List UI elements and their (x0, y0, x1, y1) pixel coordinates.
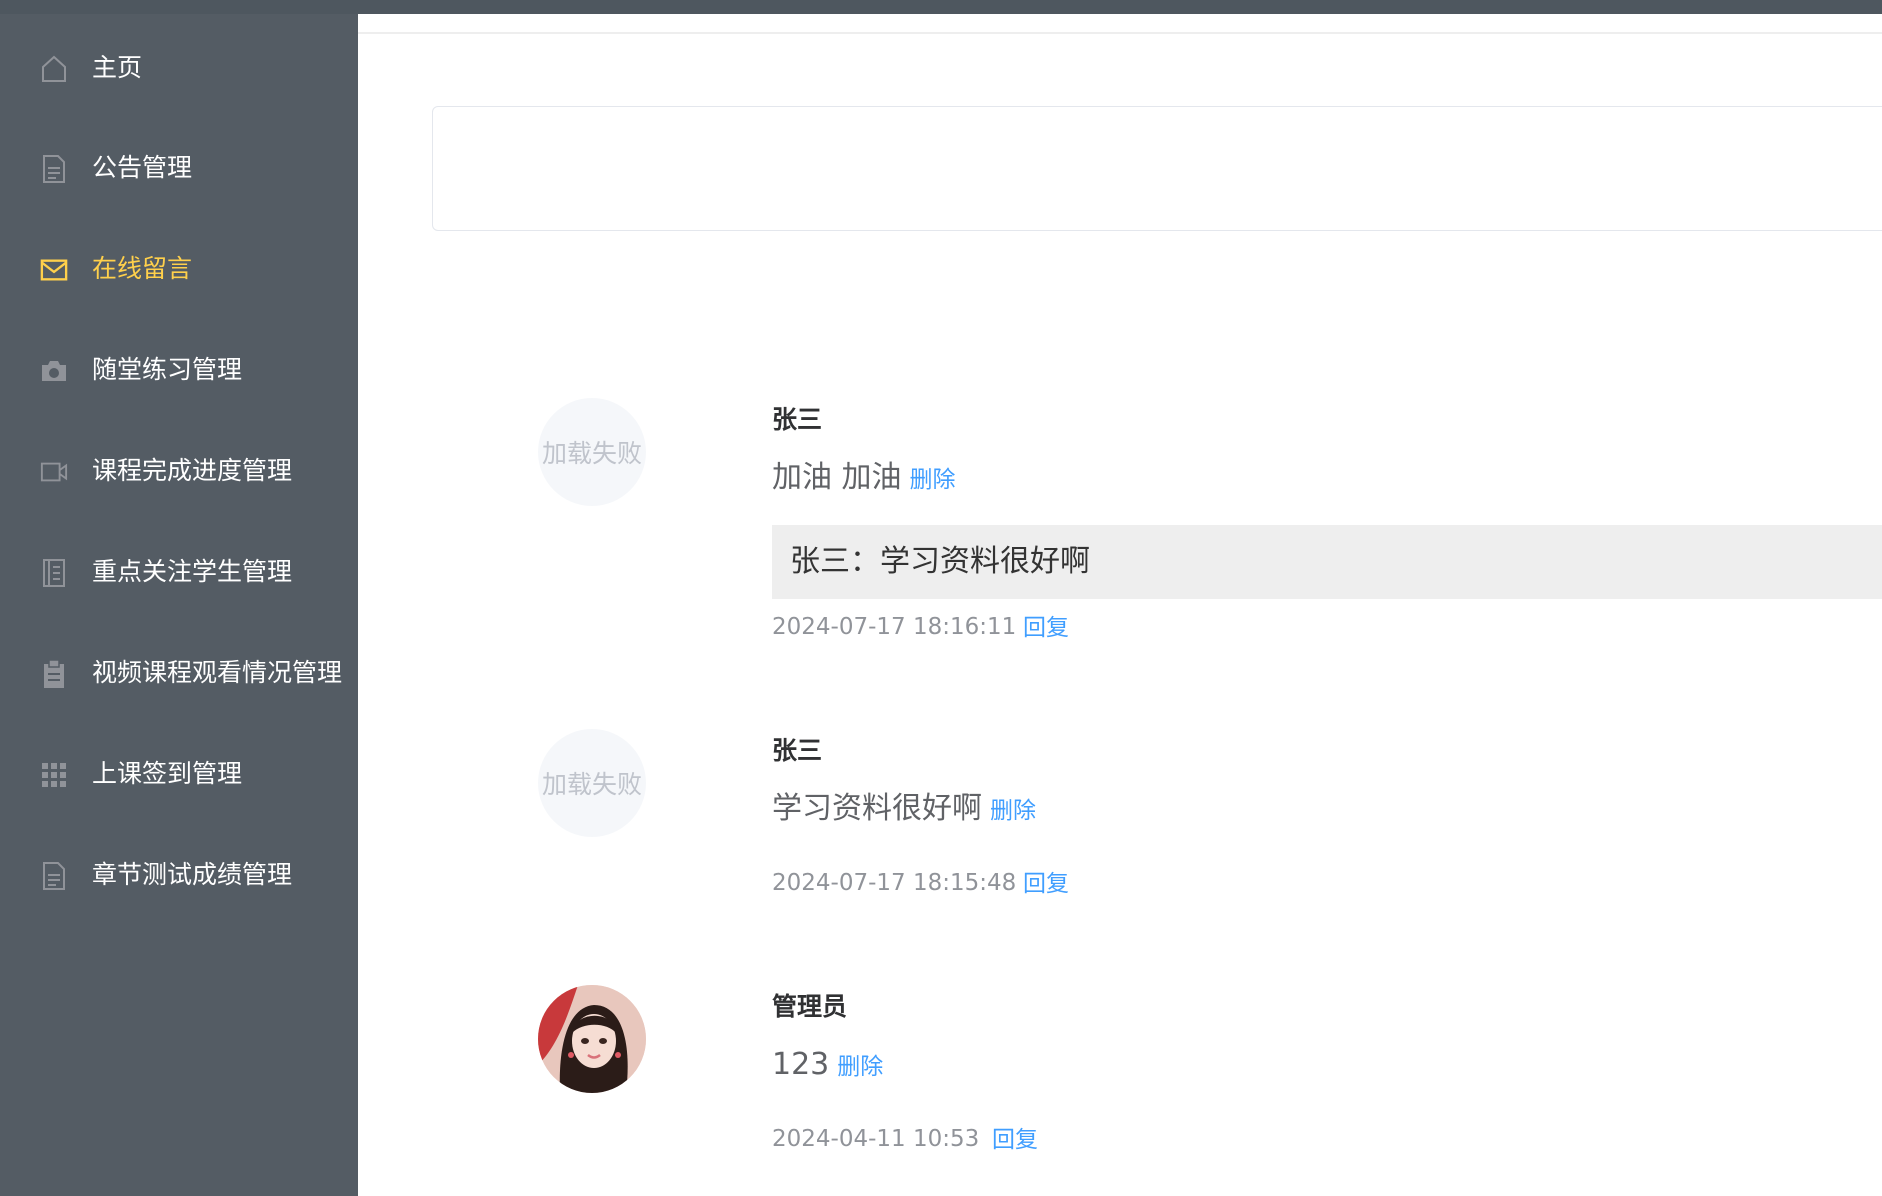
video-camera-icon (40, 457, 68, 487)
sidebar-item-label: 章节测试成绩管理 (92, 860, 293, 889)
sidebar-item-label: 公告管理 (92, 153, 193, 182)
document-icon (40, 861, 68, 891)
sidebar-item-label: 重点关注学生管理 (92, 557, 293, 586)
sidebar-item-label: 视频课程观看情况管理 (92, 658, 343, 687)
comment-text: 123 删除 (772, 1045, 883, 1087)
grid-icon (40, 760, 68, 790)
sidebar-item-exercises[interactable]: 随堂练习管理 (0, 320, 358, 416)
sidebar-item-label: 课程完成进度管理 (92, 456, 293, 485)
avatar (538, 985, 646, 1093)
sidebar-item-attendance[interactable]: 上课签到管理 (0, 724, 358, 820)
envelope-icon (40, 255, 68, 285)
reply-button[interactable]: 回复 (1023, 869, 1069, 899)
comment-text: 学习资料很好啊 删除 (772, 789, 1036, 831)
comment-content: 学习资料很好啊 (772, 791, 982, 826)
clipboard-icon (40, 659, 68, 689)
message-input-card[interactable] (432, 106, 1882, 231)
reply-button[interactable]: 回复 (992, 1125, 1038, 1155)
user-photo-icon (538, 985, 646, 1093)
reply-quote: 张三：学习资料很好啊 (772, 525, 1882, 599)
delete-link[interactable]: 删除 (837, 1054, 883, 1080)
avatar: 加载失败 (538, 398, 646, 506)
comment-author: 张三 (772, 736, 823, 765)
delete-link[interactable]: 删除 (910, 467, 956, 493)
avatar: 加载失败 (538, 729, 646, 837)
sidebar-item-label: 主页 (92, 53, 143, 82)
comment-text: 加油 加油 删除 (772, 458, 956, 500)
avatar-fail-text: 加载失败 (541, 770, 642, 799)
sidebar-item-video-watching[interactable]: 视频课程观看情况管理 (0, 623, 358, 719)
delete-link[interactable]: 删除 (990, 798, 1036, 824)
comment-content: 123 (772, 1047, 830, 1082)
sidebar-item-announcements[interactable]: 公告管理 (0, 118, 358, 214)
comment-author: 张三 (772, 405, 823, 434)
notebook-icon (40, 558, 68, 588)
reply-text: 张三：学习资料很好啊 (790, 544, 1090, 579)
sidebar-item-home[interactable]: 主页 (0, 18, 358, 114)
sidebar-item-course-progress[interactable]: 课程完成进度管理 (0, 421, 358, 517)
comment-content: 加油 加油 (772, 460, 902, 495)
comment-time: 2024-07-17 18:15:48 (772, 870, 1017, 896)
sidebar-item-label: 在线留言 (92, 254, 193, 283)
sidebar-item-key-students[interactable]: 重点关注学生管理 (0, 522, 358, 618)
reply-button[interactable]: 回复 (1023, 613, 1069, 643)
header-divider (358, 32, 1882, 34)
home-icon (40, 54, 68, 84)
comment-time: 2024-04-11 10:53 (772, 1126, 980, 1152)
top-bar (0, 0, 1882, 14)
comment-time: 2024-07-17 18:16:11 (772, 614, 1017, 640)
comment-author: 管理员 (772, 992, 848, 1021)
sidebar: 主页 公告管理 在线留言 随堂练习管理 课程完成进度管理 重点关注学生管理 视频… (0, 14, 358, 1196)
document-icon (40, 154, 68, 184)
sidebar-item-label: 上课签到管理 (92, 759, 243, 788)
sidebar-item-chapter-tests[interactable]: 章节测试成绩管理 (0, 825, 358, 921)
sidebar-item-messages[interactable]: 在线留言 (0, 219, 358, 315)
avatar-fail-text: 加载失败 (541, 439, 642, 468)
sidebar-item-label: 随堂练习管理 (92, 355, 243, 384)
camera-icon (40, 356, 68, 386)
